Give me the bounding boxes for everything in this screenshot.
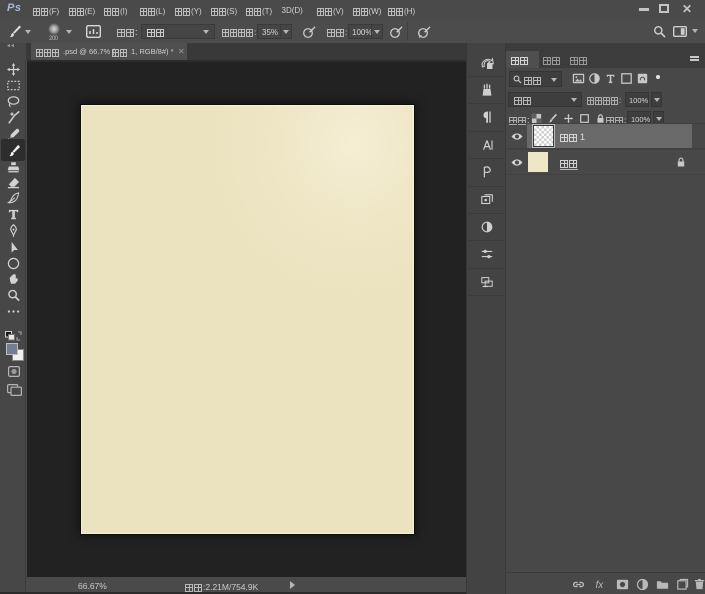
svg-text:fx: fx <box>596 580 605 591</box>
